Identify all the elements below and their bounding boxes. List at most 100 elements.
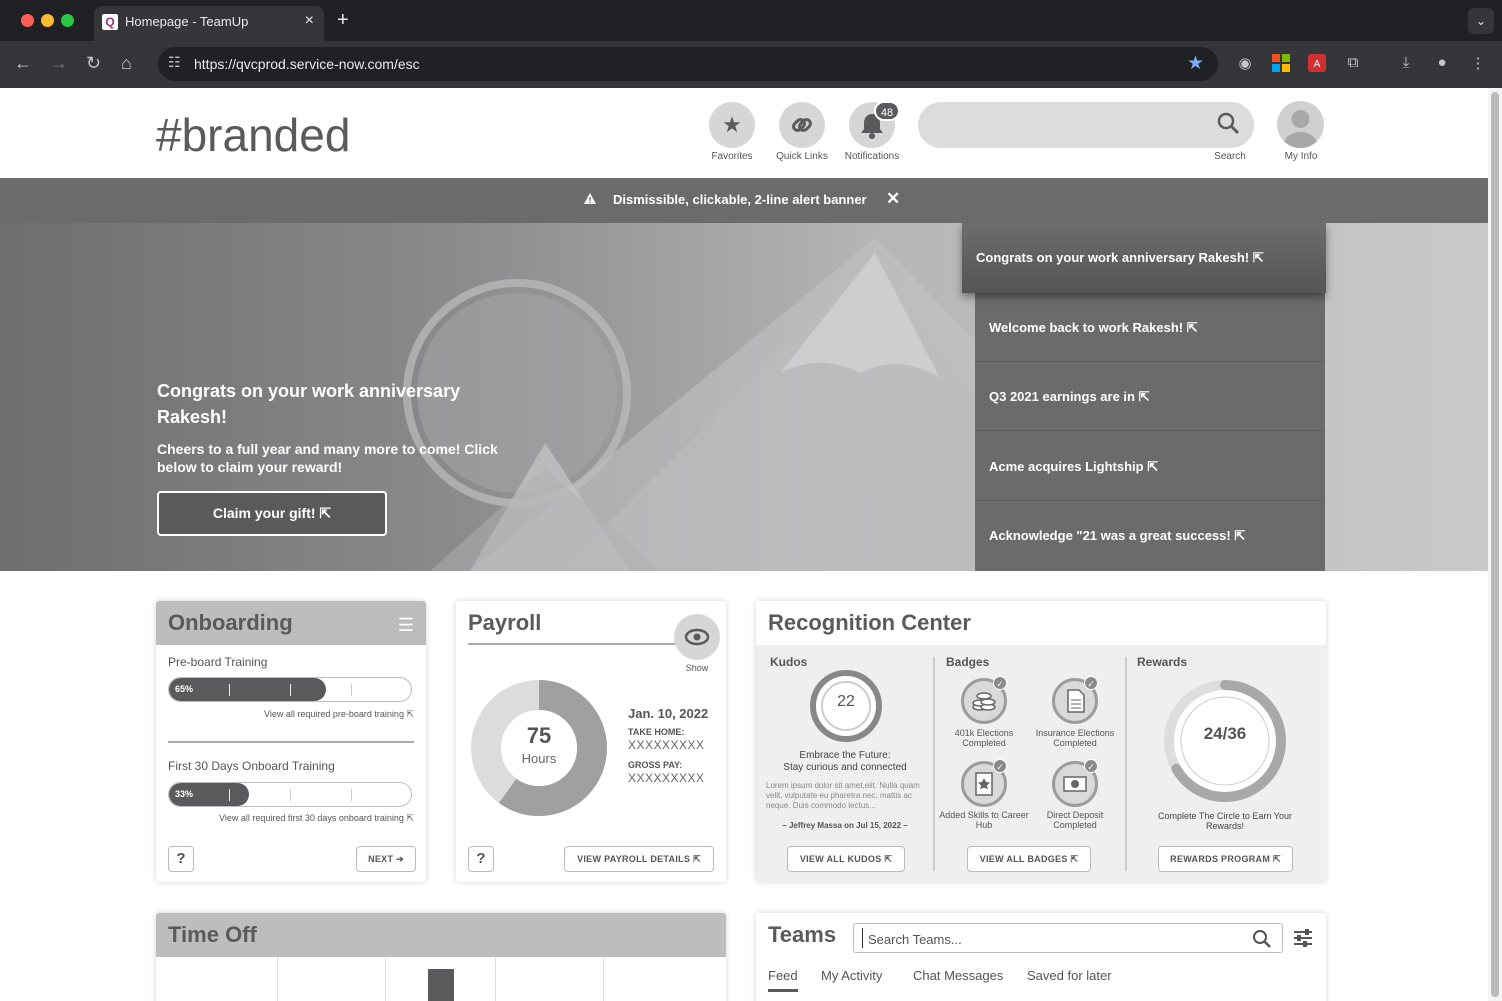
address-bar[interactable]: ☷ https://qvcprod.service-now.com/esc ★ <box>158 47 1218 81</box>
page: #branded ★ Favorites Quick Links 48 Noti… <box>0 88 1488 1001</box>
rewards-count: 24/36 <box>1203 724 1247 743</box>
tab-title: Homepage - TeamUp <box>125 14 249 29</box>
tab-saved-for-later[interactable]: Saved for later <box>1027 968 1112 983</box>
my-info-label[interactable]: My Info <box>1261 151 1341 162</box>
badge-label: Added Skills to Career Hub <box>939 810 1029 830</box>
warning-icon <box>583 192 597 208</box>
kudos-author: – Jeffrey Massa on Jul 15, 2022 – <box>782 821 908 830</box>
hamburger-menu-icon[interactable]: ☰ <box>398 615 414 636</box>
alert-text[interactable]: Dismissible, clickable, 2-line alert ban… <box>613 192 867 207</box>
filter-sliders-icon[interactable] <box>1292 927 1314 949</box>
news-item-label: Acknowledge "21 was a great success! <box>989 528 1231 543</box>
view-all-badges-button[interactable]: VIEW ALL BADGES ⇱ <box>967 846 1091 872</box>
back-icon[interactable]: ← <box>14 53 32 74</box>
badge-label: Direct Deposit Completed <box>1046 810 1104 830</box>
forward-icon[interactable]: → <box>50 53 68 74</box>
header-search-input[interactable] <box>918 102 1254 148</box>
preboard-progress-fill: 65% <box>169 678 327 701</box>
calendar-gridline <box>495 957 496 1001</box>
tab-my-activity[interactable]: My Activity <box>821 968 882 983</box>
pdf-icon[interactable]: A <box>1307 54 1327 74</box>
microsoft-icon[interactable] <box>1271 54 1291 74</box>
rewards-program-button[interactable]: REWARDS PROGRAM ⇱ <box>1158 846 1293 872</box>
preboard-link[interactable]: View all required pre-board training ⇱ <box>264 709 414 720</box>
scrollbar-thumb[interactable] <box>1491 92 1499 997</box>
favorites-icon[interactable]: ★ <box>709 102 755 148</box>
minimize-window-icon[interactable] <box>41 14 54 27</box>
tab-close-icon[interactable]: × <box>305 12 314 30</box>
gross-pay-value: XXXXXXXXX <box>628 771 705 785</box>
teams-search-input[interactable]: Search Teams... <box>853 923 1283 953</box>
brand-logo[interactable]: #branded <box>156 108 350 162</box>
news-item-label: Acme acquires Lightship <box>989 459 1144 474</box>
news-item-label: Congrats on your work anniversary Rakesh… <box>976 250 1250 265</box>
alert-close-icon[interactable]: ✕ <box>886 189 900 209</box>
avatar[interactable] <box>1277 101 1324 148</box>
show-label[interactable]: Show <box>674 663 720 673</box>
camera-icon[interactable]: ◉ <box>1235 54 1255 74</box>
bookmark-star-icon[interactable]: ★ <box>1187 52 1204 75</box>
recognition-title: Recognition Center <box>756 601 1326 645</box>
home-icon[interactable]: ⌂ <box>121 53 132 74</box>
check-icon: ✓ <box>1084 759 1098 773</box>
kudos-title: Kudos <box>770 655 808 669</box>
alert-banner[interactable]: Dismissible, clickable, 2-line alert ban… <box>0 178 1488 223</box>
url-text[interactable]: https://qvcprod.service-now.com/esc <box>194 56 420 72</box>
search-icon[interactable] <box>1216 111 1240 135</box>
page-scrollbar[interactable] <box>1488 88 1502 1001</box>
quick-links-icon[interactable] <box>779 102 825 148</box>
download-icon[interactable]: ⤓ <box>1396 54 1416 74</box>
badge-label: 401k Elections Completed <box>954 728 1014 748</box>
extensions-icon[interactable]: ⧉ <box>1343 54 1363 74</box>
show-eye-icon[interactable] <box>674 614 720 660</box>
kudos-body: Lorem ipsum dolor sit amet,elit. Nulla q… <box>766 781 920 810</box>
tab-search-icon[interactable]: ⌄ <box>1468 8 1494 34</box>
site-settings-icon[interactable]: ☷ <box>168 54 181 71</box>
help-button[interactable]: ? <box>468 846 494 872</box>
notifications-label[interactable]: Notifications <box>832 151 912 162</box>
divider <box>168 741 414 743</box>
help-button[interactable]: ? <box>168 846 194 872</box>
news-item[interactable]: Acme acquires Lightship ⇱ <box>975 432 1325 501</box>
menu-icon[interactable]: ⋮ <box>1468 54 1488 74</box>
news-item-label: Welcome back to work Rakesh! <box>989 320 1184 335</box>
view-all-kudos-button[interactable]: VIEW ALL KUDOS ⇱ <box>787 846 905 872</box>
first30-progress-fill: 33% <box>169 783 249 806</box>
check-icon: ✓ <box>1084 676 1098 690</box>
hero-title: Congrats on your work anniversary Rakesh… <box>157 381 461 427</box>
rewards-title: Rewards <box>1137 655 1188 669</box>
maximize-window-icon[interactable] <box>61 14 74 27</box>
preboard-progress-bar: 65% <box>168 677 412 702</box>
first30-progress-bar: 33% <box>168 782 412 807</box>
divider <box>1125 657 1127 871</box>
news-item[interactable]: Acknowledge "21 was a great success! ⇱ <box>975 501 1325 570</box>
tab-chat-messages[interactable]: Chat Messages <box>913 968 1003 983</box>
news-item-active[interactable]: Congrats on your work anniversary Rakesh… <box>962 223 1326 293</box>
first30-link[interactable]: View all required first 30 days onboard … <box>219 813 414 824</box>
search-icon[interactable] <box>1252 929 1272 949</box>
onboarding-card: Onboarding ☰ Pre-board Training 65% View… <box>156 601 426 882</box>
new-tab-icon[interactable]: + <box>337 9 349 32</box>
teams-title: Teams <box>768 922 837 947</box>
news-item[interactable]: Welcome back to work Rakesh! ⇱ <box>975 293 1325 362</box>
quick-links-label[interactable]: Quick Links <box>762 151 842 162</box>
profile-icon[interactable]: ● <box>1432 54 1452 74</box>
browser-chrome: Q Homepage - TeamUp × + ⌄ ← → ↻ ⌂ ☷ http… <box>0 0 1502 88</box>
tab-bar: Q Homepage - TeamUp × + ⌄ <box>0 0 1502 41</box>
gross-pay-label: GROSS PAY: <box>628 760 683 770</box>
time-off-title: Time Off <box>156 913 726 957</box>
claim-gift-button[interactable]: Claim your gift! ⇱ <box>157 491 387 536</box>
close-window-icon[interactable] <box>21 14 34 27</box>
tab-feed[interactable]: Feed <box>768 968 798 992</box>
calendar-gridline <box>277 957 278 1001</box>
favorites-label[interactable]: Favorites <box>692 151 772 162</box>
check-icon: ✓ <box>993 676 1007 690</box>
next-button[interactable]: NEXT ➔ <box>356 846 416 872</box>
view-payroll-details-button[interactable]: VIEW PAYROLL DETAILS ⇱ <box>564 846 714 872</box>
browser-tab[interactable]: Q Homepage - TeamUp × <box>94 6 324 41</box>
hero-subtitle: Cheers to a full year and many more to c… <box>157 441 498 475</box>
reload-icon[interactable]: ↻ <box>86 53 101 74</box>
news-item[interactable]: Q3 2021 earnings are in ⇱ <box>975 362 1325 431</box>
badges-title: Badges <box>946 655 990 669</box>
first30-percent: 33% <box>175 789 194 799</box>
